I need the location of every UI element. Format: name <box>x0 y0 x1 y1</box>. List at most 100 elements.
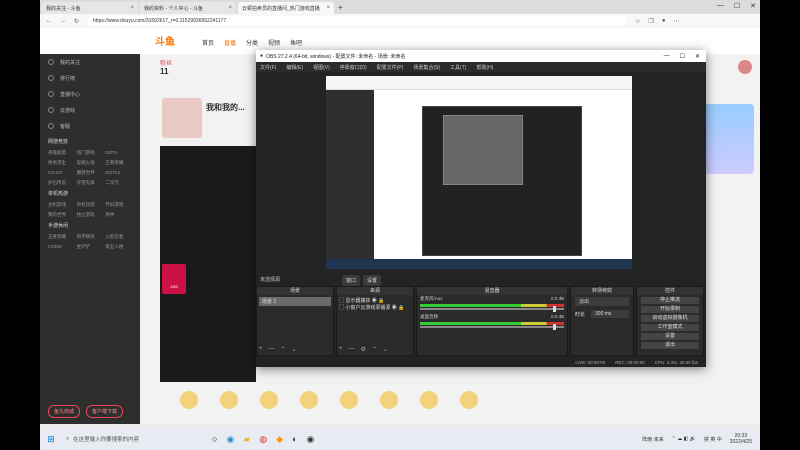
remove-icon[interactable]: — <box>269 346 275 353</box>
game-link[interactable]: 原神 <box>105 212 132 218</box>
game-link[interactable]: 独立游戏 <box>77 212 104 218</box>
move-down-icon[interactable]: ⌄ <box>383 346 388 353</box>
move-up-icon[interactable]: ⌃ <box>372 346 377 353</box>
sidebar-item-live-center[interactable]: 直播中心 <box>40 86 140 102</box>
shop-button[interactable]: 鱼丸商城 <box>48 405 81 418</box>
gift-icon[interactable] <box>260 391 278 409</box>
edge-icon[interactable]: ◉ <box>226 434 234 445</box>
duration-input[interactable]: 300 ms <box>591 310 629 318</box>
game-link[interactable]: 王者荣耀 <box>48 234 75 240</box>
game-link[interactable]: 第五人格 <box>105 244 132 250</box>
task-view-icon[interactable]: ○ <box>212 434 217 445</box>
menu-tools[interactable]: 工具(T) <box>450 64 466 71</box>
user-avatar[interactable] <box>738 60 752 74</box>
game-link[interactable]: 英雄联盟 <box>48 150 75 156</box>
browser-tab[interactable]: 我的关注 - 斗鱼 × <box>42 2 138 14</box>
start-recording-button[interactable]: 开始录制 <box>641 306 699 313</box>
browser-tab-active[interactable]: 云顿拍卖员的直播间_热门游戏直播 × <box>238 2 334 14</box>
menu-help[interactable]: 帮助(H) <box>476 64 493 71</box>
nav-item[interactable]: 分类 <box>246 38 258 47</box>
game-link[interactable]: CODM <box>48 244 75 250</box>
start-virtual-camera-button[interactable]: 启动虚拟摄像机 <box>641 315 699 322</box>
game-link[interactable]: 单机热游 <box>77 202 104 208</box>
gift-icon[interactable] <box>460 391 478 409</box>
taskbar-search[interactable]: ⌕ 在这里输入你要搜索的内容 <box>62 431 192 447</box>
lock-icon[interactable]: 🔒 <box>398 305 404 311</box>
clock[interactable]: 20:33 2022/4/25 <box>730 433 752 445</box>
filters-button[interactable]: 设置 <box>363 275 382 286</box>
sidebar-item-cloud-game[interactable]: 云游戏 <box>40 102 140 118</box>
nav-item-active[interactable]: 直播 <box>224 38 236 47</box>
game-link[interactable]: DOTA <box>105 150 132 156</box>
gift-icon[interactable] <box>220 391 238 409</box>
game-link[interactable]: 主机游戏 <box>48 202 75 208</box>
site-logo[interactable]: 斗鱼 <box>155 33 175 48</box>
collections-icon[interactable]: ❐ <box>648 18 653 25</box>
transition-select[interactable]: 淡出 <box>575 297 629 306</box>
sidebar-item-rank[interactable]: 排行榜 <box>40 70 140 86</box>
back-icon[interactable]: ← <box>46 18 52 24</box>
game-link[interactable]: CS:GO <box>48 170 75 176</box>
menu-edit[interactable]: 编辑(E) <box>286 64 303 71</box>
scene-item[interactable]: 场景 2 <box>259 297 331 306</box>
profile-icon[interactable]: ● <box>662 18 666 25</box>
windows-start-icon[interactable]: ⊞ <box>40 428 62 450</box>
app-icon[interactable]: ◆ <box>276 434 283 445</box>
maximize-icon[interactable]: ☐ <box>680 53 685 60</box>
minimize-icon[interactable]: — <box>664 53 670 60</box>
game-link[interactable]: 二次元 <box>105 180 132 186</box>
ime-indicator[interactable]: 拼 英 中 <box>704 436 722 443</box>
minimize-icon[interactable]: — <box>717 2 724 10</box>
game-link[interactable]: 炉石传说 <box>48 180 75 186</box>
refresh-icon[interactable]: ↻ <box>74 18 79 25</box>
gift-icon[interactable] <box>340 391 358 409</box>
nav-item[interactable]: 视频 <box>268 38 280 47</box>
studio-mode-button[interactable]: 工作室模式 <box>641 324 699 331</box>
menu-file[interactable]: 文件(F) <box>260 64 276 71</box>
streamer-avatar[interactable] <box>162 98 202 138</box>
weather-text[interactable]: 阵雨 未来 <box>642 436 663 443</box>
browser-tab[interactable]: 我的资料 - 个人中心 - 斗鱼 × <box>140 2 236 14</box>
gear-icon[interactable]: ⚙ <box>361 346 366 353</box>
source-item[interactable]: ▢ 小窗户云游戏录播源 ◉ 🔒 <box>339 304 411 311</box>
game-link[interactable]: 我的世界 <box>48 212 75 218</box>
move-down-icon[interactable]: ⌄ <box>292 346 297 353</box>
maximize-icon[interactable]: ☐ <box>734 2 740 10</box>
game-link[interactable]: 魔兽世界 <box>77 170 104 176</box>
gift-icon[interactable] <box>300 391 318 409</box>
new-tab-icon[interactable]: + <box>338 3 343 12</box>
game-link[interactable]: 金铲铲 <box>77 244 104 250</box>
menu-docks[interactable]: 停靠窗口(D) <box>340 64 367 71</box>
game-link[interactable]: 和平精英 <box>77 234 104 240</box>
menu-profile[interactable]: 配置文件(P) <box>377 64 404 71</box>
gift-icon[interactable] <box>380 391 398 409</box>
obs-icon[interactable]: ◉ <box>306 434 314 445</box>
remove-icon[interactable]: — <box>349 346 355 353</box>
exit-button[interactable]: 退出 <box>641 342 699 349</box>
favorite-icon[interactable]: ☆ <box>635 18 640 25</box>
close-icon[interactable]: × <box>326 5 330 11</box>
tray-icons[interactable]: ⌃ ☁ ◧ 🔊 <box>672 436 696 442</box>
game-link[interactable]: 怀旧游戏 <box>105 202 132 208</box>
add-icon[interactable]: + <box>259 346 263 353</box>
file-explorer-icon[interactable]: ▰ <box>243 434 250 445</box>
game-link[interactable]: 绝地求生 <box>48 160 75 166</box>
add-icon[interactable]: + <box>339 346 343 353</box>
stop-streaming-button[interactable]: 停止推流 <box>641 297 699 304</box>
menu-view[interactable]: 视图(V) <box>313 64 330 71</box>
source-item[interactable]: ▢ 显示器捕获 ◉ 🔒 <box>339 297 411 304</box>
gift-icon[interactable] <box>420 391 438 409</box>
game-link[interactable]: 热门游戏 <box>77 150 104 156</box>
eye-icon[interactable]: ◉ <box>392 305 397 311</box>
settings-button[interactable]: 设置 <box>641 333 699 340</box>
steam-icon[interactable]: ◐ <box>292 434 297 445</box>
properties-button[interactable]: 窗口 <box>342 275 361 286</box>
nav-item[interactable]: 鱼吧 <box>290 38 302 47</box>
game-link[interactable]: 王者荣耀 <box>105 160 132 166</box>
sidebar-item-follow[interactable]: 我的关注 <box>40 54 140 70</box>
close-icon[interactable]: × <box>130 5 134 11</box>
game-link[interactable]: DOTA2 <box>105 170 132 176</box>
close-window-icon[interactable]: ✕ <box>750 2 756 10</box>
move-up-icon[interactable]: ⌃ <box>281 346 286 353</box>
more-icon[interactable]: ⋯ <box>673 18 679 25</box>
